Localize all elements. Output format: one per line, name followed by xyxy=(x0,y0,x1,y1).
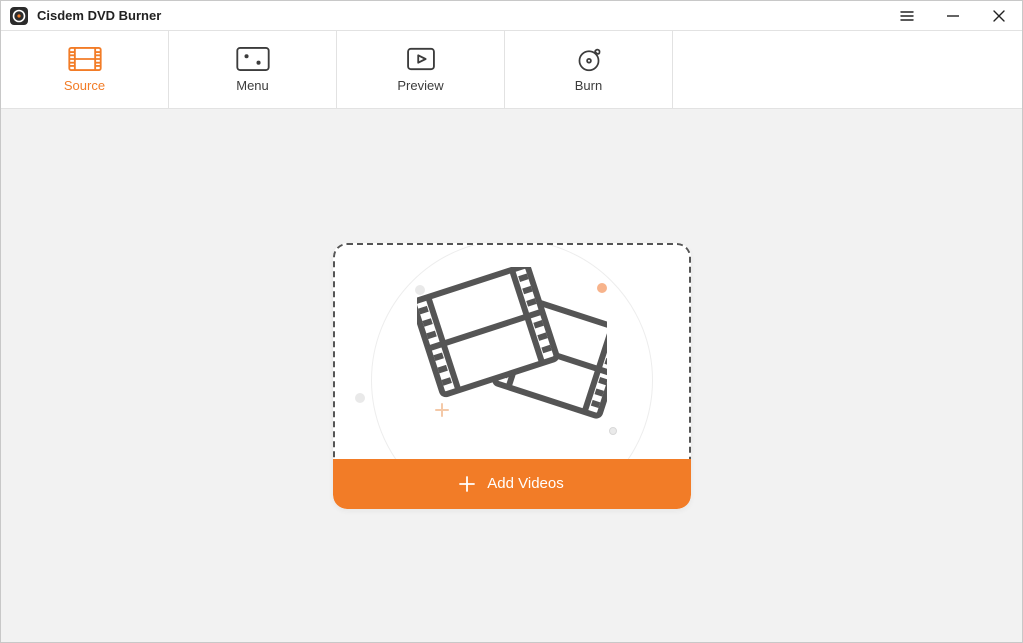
drop-zone-illustration xyxy=(333,243,691,459)
titlebar: Cisdem DVD Burner xyxy=(1,1,1022,31)
menu-layout-icon xyxy=(236,46,270,72)
main-content: Add Videos xyxy=(1,109,1022,642)
tab-label: Preview xyxy=(397,78,443,93)
add-videos-label: Add Videos xyxy=(487,475,563,492)
tab-label: Menu xyxy=(236,78,269,93)
tab-label: Source xyxy=(64,78,105,93)
app-window: Cisdem DVD Burner xyxy=(0,0,1023,643)
minimize-button[interactable] xyxy=(930,1,976,31)
plus-icon xyxy=(459,476,475,492)
tab-row: Source Menu Preview xyxy=(1,31,1022,109)
menu-button[interactable] xyxy=(884,1,930,31)
disc-flame-icon xyxy=(572,46,606,72)
app-logo-icon xyxy=(9,6,29,26)
film-icon xyxy=(68,46,102,72)
app-title: Cisdem DVD Burner xyxy=(37,8,161,23)
tab-menu[interactable]: Menu xyxy=(169,31,337,108)
tab-label: Burn xyxy=(575,78,602,93)
tab-source[interactable]: Source xyxy=(1,31,169,108)
tab-burn[interactable]: Burn xyxy=(505,31,673,108)
tab-preview[interactable]: Preview xyxy=(337,31,505,108)
film-strips-icon xyxy=(417,267,607,437)
close-button[interactable] xyxy=(976,1,1022,31)
decor-dot xyxy=(355,393,365,403)
play-screen-icon xyxy=(404,46,438,72)
add-videos-button[interactable]: Add Videos xyxy=(333,459,691,509)
decor-dot xyxy=(609,427,617,435)
drop-zone[interactable]: Add Videos xyxy=(333,243,691,509)
